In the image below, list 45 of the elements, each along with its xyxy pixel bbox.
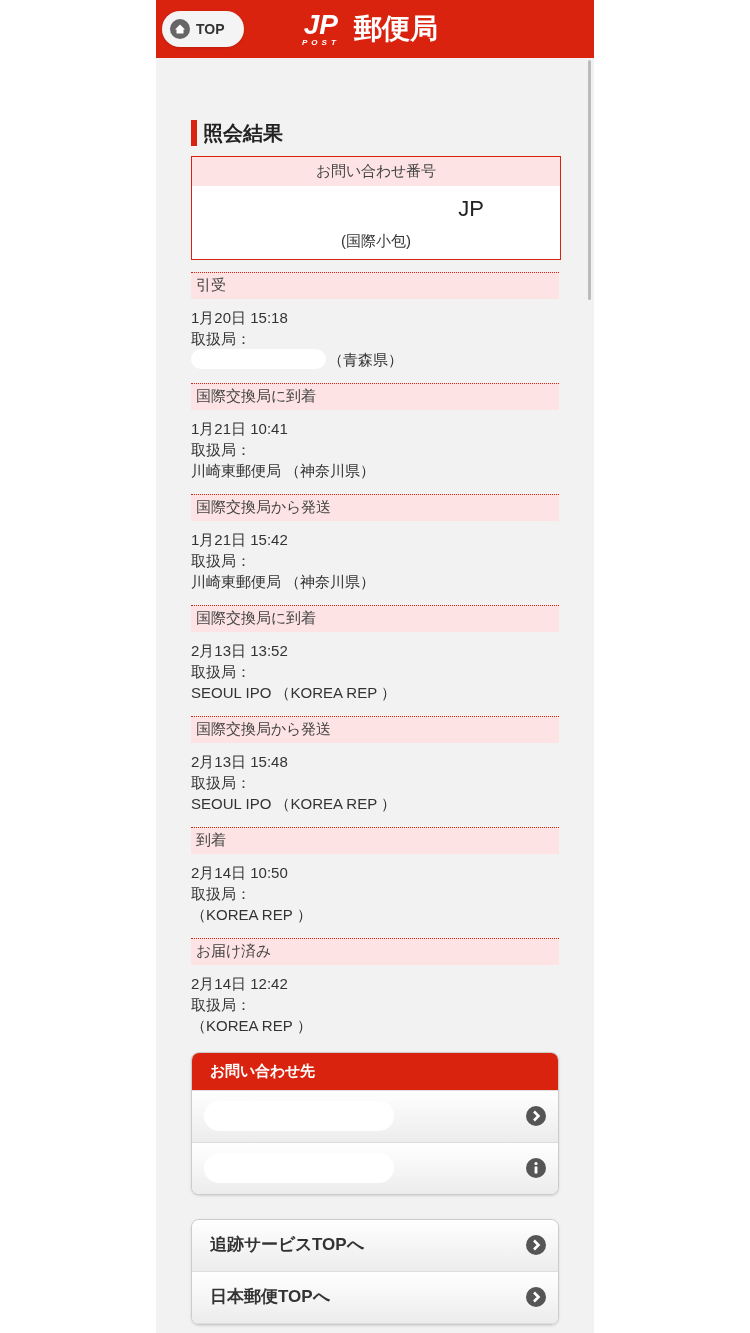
parcel-type: (国際小包) [341, 231, 411, 249]
event-datetime: 2月13日 15:48 [191, 751, 289, 772]
event-datetime: 1月21日 15:42 [191, 529, 289, 550]
event-status: 国際交換局から発送 [191, 493, 559, 521]
nav-link[interactable]: 日本郵便TOPへ [192, 1271, 558, 1324]
logo-mark: JP POST [302, 11, 340, 47]
event-status: 到着 [191, 826, 559, 854]
nav-link[interactable]: 追跡サービスTOPへ [192, 1219, 558, 1272]
event-datetime: 1月20日 15:18 [191, 307, 289, 328]
contact-row[interactable] [192, 1089, 558, 1142]
office-label: 取扱局： [191, 772, 252, 793]
event-datetime: 1月21日 10:41 [191, 418, 289, 439]
event-status: 引受 [191, 271, 559, 299]
event-status: 国際交換局に到着 [191, 604, 559, 632]
office-name: SEOUL IPO （KOREA REP ） [191, 682, 397, 703]
page-title: 照会結果 [203, 121, 283, 146]
office-label: 取扱局： [191, 550, 252, 571]
home-icon [170, 19, 190, 39]
office-label: 取扱局： [191, 439, 252, 460]
contact-title: お問い合わせ先 [192, 1052, 558, 1090]
info-icon [526, 1158, 546, 1178]
office-name: 川崎東郵便局 （神奈川県） [191, 460, 376, 481]
office-label: 取扱局： [191, 328, 252, 349]
event-status: お届け済み [191, 937, 559, 965]
event-status: 国際交換局に到着 [191, 382, 559, 410]
office-name: 川崎東郵便局 （神奈川県） [191, 571, 376, 592]
inquiry-label: お問い合わせ番号 [192, 157, 560, 186]
event-status: 国際交換局から発送 [191, 715, 559, 743]
office-name: （KOREA REP ） [191, 1015, 312, 1036]
office-name: （青森県） [328, 349, 403, 370]
chevron-right-icon [526, 1106, 546, 1126]
chevron-right-icon [526, 1235, 546, 1255]
title-accent [191, 120, 197, 146]
office-label: 取扱局： [191, 883, 252, 904]
office-label: 取扱局： [191, 994, 252, 1015]
office-name: SEOUL IPO （KOREA REP ） [191, 793, 397, 814]
event-datetime: 2月14日 12:42 [191, 973, 289, 994]
inquiry-number: JP [458, 195, 484, 221]
chevron-right-icon [526, 1287, 546, 1307]
top-button[interactable]: TOP [162, 11, 244, 47]
office-name: （KOREA REP ） [191, 904, 312, 925]
office-label: 取扱局： [191, 661, 252, 682]
logo-text: 郵便局 [353, 12, 438, 46]
event-datetime: 2月13日 13:52 [191, 640, 289, 661]
event-datetime: 2月14日 10:50 [191, 862, 289, 883]
